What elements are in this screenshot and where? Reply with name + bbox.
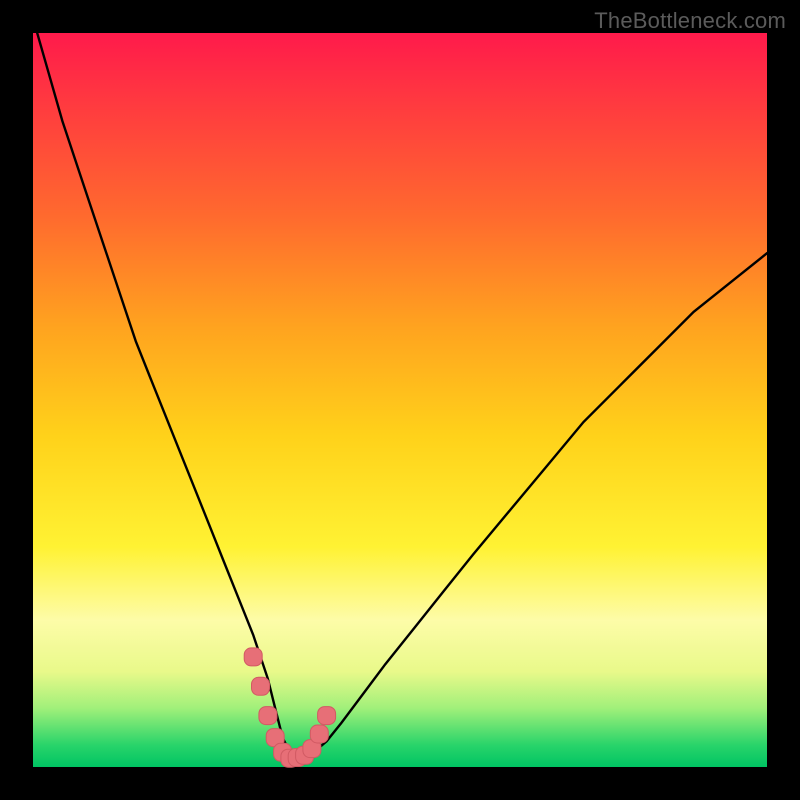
marker-point — [318, 707, 336, 725]
marker-point — [259, 707, 277, 725]
marker-point — [310, 725, 328, 743]
marker-point — [252, 677, 270, 695]
bottleneck-chart — [33, 33, 767, 767]
bottleneck-curve — [33, 18, 767, 759]
watermark-text: TheBottleneck.com — [594, 8, 786, 34]
marker-point — [244, 648, 262, 666]
highlight-markers — [244, 648, 335, 767]
